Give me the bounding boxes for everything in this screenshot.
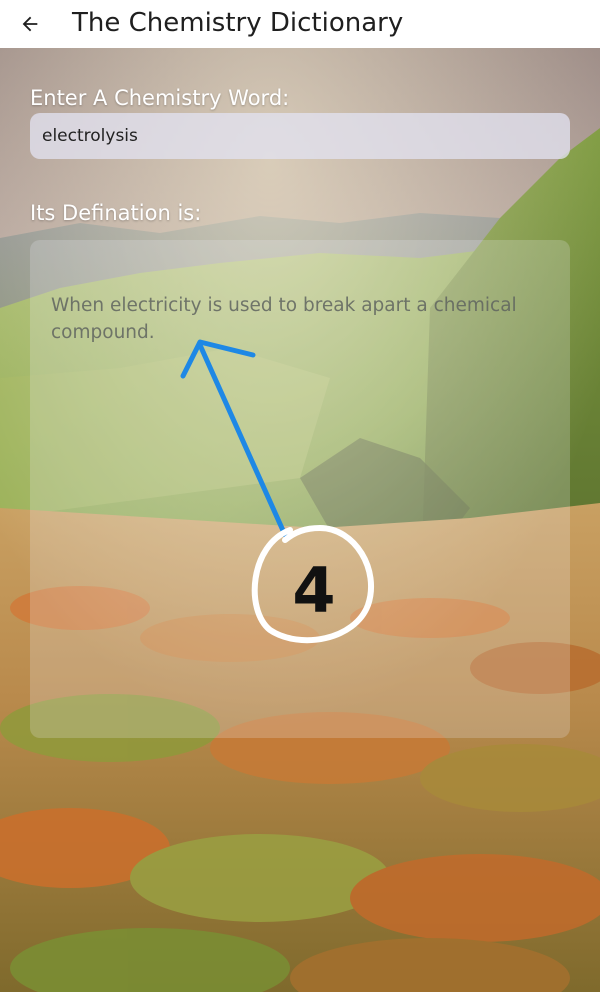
definition-box: When electricity is used to break apart … xyxy=(30,240,570,738)
app-bar: The Chemistry Dictionary xyxy=(0,0,600,48)
arrow-back-icon xyxy=(22,16,38,32)
back-button[interactable] xyxy=(14,8,46,40)
app-title: The Chemistry Dictionary xyxy=(72,8,404,38)
word-label: Enter A Chemistry Word: xyxy=(30,86,290,110)
chemistry-word-input[interactable] xyxy=(30,113,570,159)
definition-label: Its Defination is: xyxy=(30,201,202,225)
definition-text: When electricity is used to break apart … xyxy=(51,295,517,343)
